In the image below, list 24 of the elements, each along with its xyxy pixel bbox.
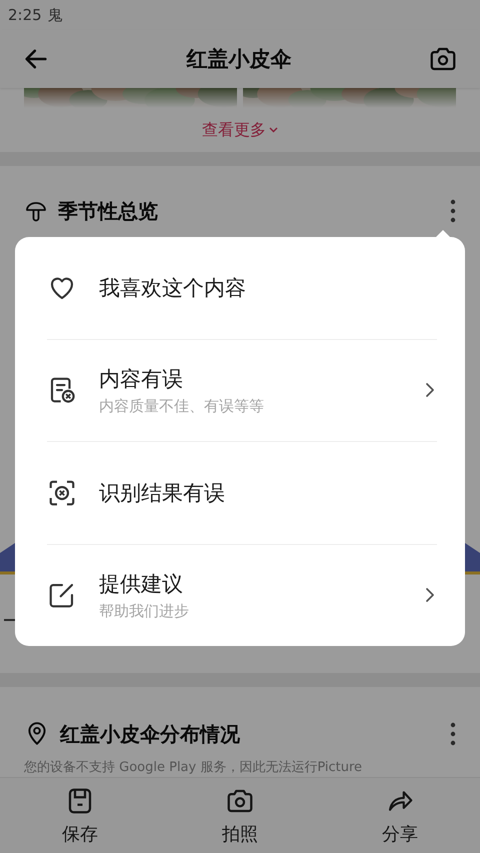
menu-item[interactable]: 识别结果有误 — [47, 441, 437, 544]
menu-item-subtitle: 内容质量不佳、有误等等 — [99, 396, 265, 416]
mushroom-icon — [24, 199, 48, 223]
page-title: 红盖小皮伞 — [186, 46, 292, 73]
menu-item-title: 内容有误 — [99, 366, 184, 393]
menu-item[interactable]: 我喜欢这个内容 — [47, 237, 437, 338]
menu-item-title: 提供建议 — [99, 570, 184, 598]
menu-item-title: 我喜欢这个内容 — [99, 274, 247, 302]
nav-button[interactable]: 拍照 — [160, 778, 320, 853]
section-title: 季节性总览 — [58, 198, 159, 224]
more-icon[interactable] — [450, 722, 456, 746]
chevron-down-icon — [269, 127, 278, 133]
section-title: 红盖小皮伞分布情况 — [60, 720, 241, 748]
menu-item[interactable]: 内容有误 内容质量不佳、有误等等 — [47, 338, 437, 441]
menu-item[interactable]: 提供建议 帮助我们进步 — [47, 544, 437, 646]
nav-button[interactable]: 分享 — [320, 778, 480, 853]
more-icon[interactable] — [450, 199, 456, 223]
notice-text: 您的设备不支持 Google Play 服务，因此无法运行Picture — [24, 759, 364, 776]
notification-icon: 鬼 — [48, 6, 63, 24]
scan-error-icon — [47, 478, 77, 508]
status-time: 2:25 — [8, 6, 42, 24]
nav-button[interactable]: 保存 — [0, 778, 160, 853]
menu-item-subtitle: 帮助我们进步 — [99, 602, 190, 621]
menu-item-title: 识别结果有误 — [99, 480, 226, 507]
